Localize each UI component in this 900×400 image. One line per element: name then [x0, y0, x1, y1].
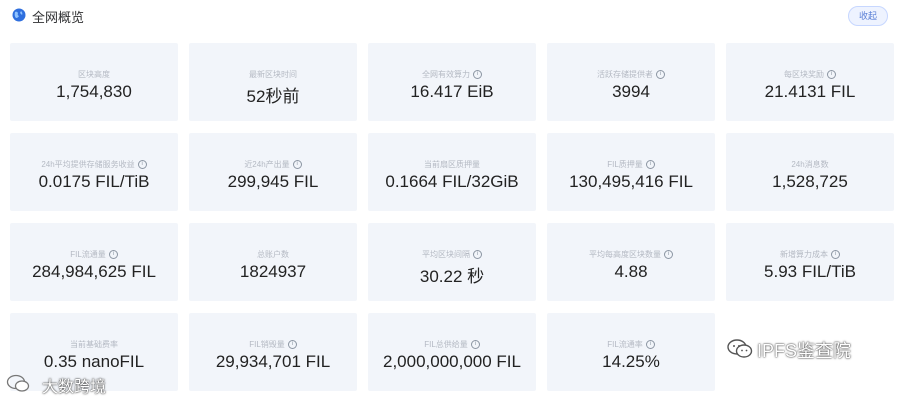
stat-label-text: 平均每高度区块数量 [589, 250, 661, 259]
stat-card: 总账户数 1824937 [189, 223, 357, 301]
watermark-right: IPFS鉴查院 [727, 335, 877, 363]
stat-card: FIL流通量 i 284,984,625 FIL [10, 223, 178, 301]
stat-value: 130,495,416 FIL [569, 172, 693, 191]
stat-label: 区块高度 [10, 69, 178, 80]
info-icon[interactable]: i [664, 250, 673, 260]
stat-label-text: 24h平均提供存储服务收益 [41, 160, 135, 169]
watermark-right-text: IPFS鉴查院 [757, 341, 852, 361]
stat-value: 0.1664 FIL/32GiB [385, 172, 519, 191]
stat-card: FIL销毁量 i 29,934,701 FIL [189, 313, 357, 391]
stat-label: 总账户数 [189, 249, 357, 260]
stat-label: 平均区块间隔 i [368, 249, 536, 260]
stat-card: 区块高度 1,754,830 [10, 43, 178, 121]
stat-label: 活跃存储提供者 i [547, 69, 715, 80]
info-icon[interactable]: i [827, 70, 836, 80]
stat-label: FIL流通量 i [10, 249, 178, 260]
info-icon[interactable]: i [656, 70, 665, 80]
stat-value: 284,984,625 FIL [32, 262, 156, 281]
page-title: 全网概览 [32, 10, 85, 25]
stat-label: 全网有效算力 i [368, 69, 536, 80]
stat-card: 24h平均提供存储服务收益 i 0.0175 FIL/TiB [10, 133, 178, 211]
stat-label: FIL销毁量 i [189, 339, 357, 350]
stat-label-text: FIL质押量 [607, 160, 643, 169]
stat-label-text: 平均区块间隔 [422, 250, 470, 259]
info-icon[interactable]: i [292, 160, 302, 170]
stat-label-text: FIL总供给量 [424, 340, 468, 349]
stat-value: 4.88 [614, 262, 648, 281]
stat-value: 16.417 EiB [410, 82, 494, 101]
stat-card: 活跃存储提供者 i 3994 [547, 43, 715, 121]
stat-label-text: 当前扇区质押量 [424, 160, 480, 169]
stat-label-text: 新增算力成本 [780, 250, 828, 259]
info-icon[interactable]: i [645, 340, 655, 350]
info-icon[interactable]: i [470, 340, 480, 350]
stat-value: 21.4131 FIL [764, 82, 856, 101]
globe-icon [12, 8, 26, 22]
stat-value: 0.0175 FIL/TiB [38, 172, 150, 191]
watermark-left: 大数跨境 [6, 372, 136, 396]
stat-card: 新增算力成本 i 5.93 FIL/TiB [726, 223, 894, 301]
stat-label-text: FIL销毁量 [249, 340, 285, 349]
stat-value: 299,945 FIL [227, 172, 319, 191]
stat-card: 近24h产出量 i 299,945 FIL [189, 133, 357, 211]
stat-value: 3994 [612, 82, 650, 101]
watermark-logo-icon [6, 374, 30, 392]
stat-value: 30.22 秒 [419, 267, 485, 286]
stat-value: 1,754,830 [56, 82, 132, 101]
stat-label: 24h消息数 [726, 159, 894, 170]
stat-label: 当前扇区质押量 [368, 159, 536, 170]
stat-card: 平均区块间隔 i 30.22 秒 [368, 223, 536, 301]
stat-label: 新增算力成本 i [726, 249, 894, 260]
stat-label: 当前基础费率 [10, 339, 178, 350]
stat-label-text: 近24h产出量 [244, 160, 290, 169]
stat-card: 每区块奖励 i 21.4131 FIL [726, 43, 894, 121]
info-icon[interactable]: i [287, 340, 297, 350]
stat-value: 1824937 [239, 262, 307, 281]
stat-card: FIL流通率 i 14.25% [547, 313, 715, 391]
stat-label-text: 每区块奖励 [784, 70, 824, 79]
stat-label-text: 区块高度 [78, 70, 110, 79]
stat-label-text: FIL流通量 [70, 250, 106, 259]
stat-label-text: 全网有效算力 [422, 70, 470, 79]
stat-label-text: 总账户数 [257, 250, 289, 259]
info-icon[interactable]: i [645, 160, 655, 170]
stat-label-text: 24h消息数 [791, 160, 829, 169]
stat-label-text: FIL流通率 [607, 340, 643, 349]
stat-card: FIL总供给量 i 2,000,000,000 FIL [368, 313, 536, 391]
stat-value: 29,934,701 FIL [215, 352, 331, 371]
info-icon[interactable]: i [473, 70, 482, 80]
stat-value: 2,000,000,000 FIL [382, 352, 521, 371]
stat-card: 最新区块时间 52秒前 [189, 43, 357, 121]
stat-label: 近24h产出量 i [189, 159, 357, 170]
stat-label: 平均每高度区块数量 i [547, 249, 715, 260]
info-icon[interactable]: i [473, 250, 482, 260]
watermark-left-text: 大数跨境 [42, 379, 107, 396]
overview-header: 全网概览 收起 [10, 6, 890, 28]
stat-value: 1,528,725 [772, 172, 848, 191]
stat-value: 14.25% [602, 352, 660, 371]
stat-label: FIL质押量 i [547, 159, 715, 170]
stat-value: 0.35 nanoFIL [43, 352, 145, 371]
collapse-button[interactable]: 收起 [848, 6, 888, 26]
stat-label: 每区块奖励 i [726, 69, 894, 80]
info-icon[interactable]: i [137, 160, 147, 170]
stat-card: FIL质押量 i 130,495,416 FIL [547, 133, 715, 211]
wechat-icon [727, 339, 753, 358]
stat-label: 最新区块时间 [189, 69, 357, 80]
info-icon[interactable]: i [831, 250, 840, 260]
stat-label: 24h平均提供存储服务收益 i [10, 159, 178, 170]
stat-label-text: 当前基础费率 [70, 340, 118, 349]
stat-label-text: 最新区块时间 [249, 70, 297, 79]
stat-card: 全网有效算力 i 16.417 EiB [368, 43, 536, 121]
stat-card: 平均每高度区块数量 i 4.88 [547, 223, 715, 301]
stat-value: 52秒前 [246, 87, 300, 106]
stat-card: 当前扇区质押量 0.1664 FIL/32GiB [368, 133, 536, 211]
stat-label: FIL总供给量 i [368, 339, 536, 350]
stat-label: FIL流通率 i [547, 339, 715, 350]
stat-value: 5.93 FIL/TiB [764, 262, 856, 281]
stat-label-text: 活跃存储提供者 [597, 70, 653, 79]
stat-card: 24h消息数 1,528,725 [726, 133, 894, 211]
info-icon[interactable]: i [108, 250, 118, 260]
